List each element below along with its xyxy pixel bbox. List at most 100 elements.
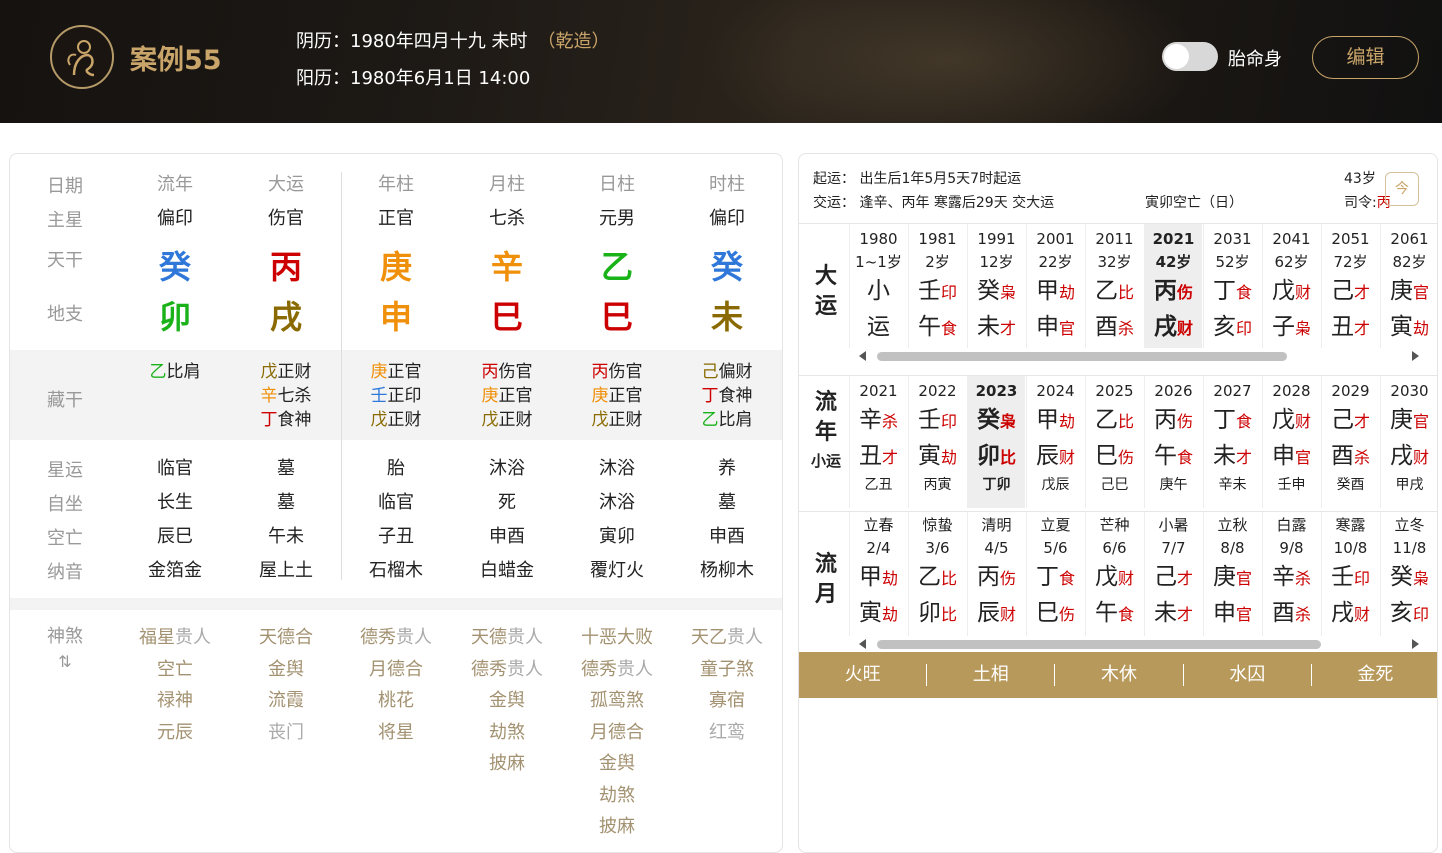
shensha-item[interactable]: 禄神 bbox=[120, 685, 230, 717]
shensha-suffix: 贵人 bbox=[727, 627, 763, 648]
liunian-column[interactable]: 2030 庚官 戌财 甲戌 bbox=[1380, 376, 1437, 508]
dayun-scrollbar[interactable] bbox=[859, 350, 1419, 361]
ganzhi-branch: 寅劫 bbox=[909, 439, 966, 475]
shensha-item[interactable]: 金舆 bbox=[562, 748, 672, 780]
shensha-item[interactable]: 将星 bbox=[341, 717, 451, 749]
shensha-item[interactable]: 十恶大败 bbox=[562, 622, 672, 654]
shensha-item[interactable]: 寡宿 bbox=[672, 685, 782, 717]
branch-god: 枭 bbox=[1294, 319, 1311, 338]
liuyue-column[interactable]: 清明 4/5 丙伤 辰财 bbox=[967, 512, 1025, 636]
shensha-item[interactable]: 丧门 bbox=[231, 717, 341, 749]
liuyue-column[interactable]: 立春 2/4 甲劫 寅劫 bbox=[849, 512, 907, 636]
branch-god: 劫 bbox=[881, 605, 898, 624]
dayun-age: 2岁 bbox=[925, 253, 950, 271]
dayun-column[interactable]: 2001 22岁 甲劫 申官 bbox=[1026, 224, 1084, 348]
dayun-column[interactable]: 2011 32岁 乙比 酉杀 bbox=[1085, 224, 1143, 348]
liuyue-column[interactable]: 立秋 8/8 庚官 申官 bbox=[1203, 512, 1261, 636]
stem-god: 比 bbox=[1117, 412, 1134, 431]
wangshuai-item: 木休 bbox=[1055, 664, 1184, 686]
liunian-column[interactable]: 2023 癸枭 卯比 丁卯 bbox=[967, 376, 1025, 508]
shensha-item[interactable]: 元辰 bbox=[120, 717, 230, 749]
branch-char: 未 bbox=[1153, 600, 1177, 626]
stem-god: 食 bbox=[1235, 283, 1252, 302]
xiaoyun-ganzhi: 辛未 bbox=[1218, 477, 1247, 493]
scroll-right-arrow-icon[interactable] bbox=[1412, 639, 1419, 649]
liuyue-column[interactable]: 立夏 5/6 丁食 巳伤 bbox=[1026, 512, 1084, 636]
dayun-column[interactable]: 2041 62岁 戊财 子枭 bbox=[1262, 224, 1320, 348]
dayun-column[interactable]: 2031 52岁 丁食 亥印 bbox=[1203, 224, 1261, 348]
scroll-left-arrow-icon[interactable] bbox=[859, 639, 866, 649]
shensha-item[interactable]: 月德合 bbox=[562, 717, 672, 749]
liunian-column[interactable]: 2026 丙伤 午食 庚午 bbox=[1144, 376, 1202, 508]
shensha-item[interactable]: 劫煞 bbox=[562, 780, 672, 812]
hidden-stem-god: 正财 bbox=[498, 410, 533, 430]
liuyue-column[interactable]: 白露 9/8 辛杀 酉杀 bbox=[1262, 512, 1320, 636]
xingyun-value: 沐浴 bbox=[489, 458, 525, 479]
shensha-item[interactable]: 披麻 bbox=[452, 748, 562, 780]
liuyue-column[interactable]: 立冬 11/8 癸枭 亥印 bbox=[1380, 512, 1437, 636]
shensha-item[interactable]: 德秀贵人 bbox=[341, 622, 451, 654]
shensha-item[interactable]: 天德贵人 bbox=[452, 622, 562, 654]
shensha-item[interactable]: 空亡 bbox=[120, 654, 230, 686]
earthly-branch: 巳 bbox=[490, 298, 523, 336]
column-header: 日柱 bbox=[599, 174, 635, 195]
liunian-column[interactable]: 2021 辛杀 丑才 乙丑 bbox=[849, 376, 907, 508]
shensha-toggle-icon[interactable]: ⇅ bbox=[10, 652, 120, 671]
liunian-column[interactable]: 2025 乙比 巳伤 己巳 bbox=[1085, 376, 1143, 508]
branch-char: 寅 bbox=[1389, 314, 1413, 340]
liuyue-column[interactable]: 小暑 7/7 己才 未才 bbox=[1144, 512, 1202, 636]
shensha-name: 德秀 bbox=[471, 658, 507, 680]
shensha-item[interactable]: 劫煞 bbox=[452, 717, 562, 749]
dayun-column[interactable]: 1991 12岁 癸枭 未才 bbox=[967, 224, 1025, 348]
shensha-item[interactable]: 福星贵人 bbox=[120, 622, 230, 654]
liunian-column[interactable]: 2024 甲劫 辰财 戊辰 bbox=[1026, 376, 1084, 508]
edit-button[interactable]: 编辑 bbox=[1312, 36, 1419, 79]
liunian-column[interactable]: 2029 己才 酉杀 癸酉 bbox=[1321, 376, 1379, 508]
dayun-column[interactable]: 2051 72岁 己才 丑才 bbox=[1321, 224, 1379, 348]
shensha-name: 天德 bbox=[471, 627, 507, 648]
stem-char: 丁 bbox=[1035, 564, 1059, 590]
dayun-column[interactable]: 1980 1~1岁小运 bbox=[849, 224, 907, 348]
xingyun-value: 墓 bbox=[277, 458, 295, 479]
scroll-thumb[interactable] bbox=[877, 352, 1287, 361]
stem-god: 才 bbox=[1176, 569, 1193, 588]
stem-god: 劫 bbox=[1058, 283, 1075, 302]
dayun-column[interactable]: 2021 42岁 丙伤 戌财 bbox=[1144, 224, 1202, 348]
shensha-item[interactable]: 童子煞 bbox=[672, 654, 782, 686]
shensha-item[interactable]: 流霞 bbox=[231, 685, 341, 717]
stem-god: 比 bbox=[940, 569, 957, 588]
branch-char: 辰 bbox=[1035, 443, 1059, 469]
xiaoyun-ganzhi: 庚午 bbox=[1159, 477, 1188, 493]
branch-char: 午 bbox=[1153, 443, 1177, 469]
taimingshen-toggle[interactable] bbox=[1162, 42, 1218, 71]
dayun-column[interactable]: 1981 2岁 壬印 午食 bbox=[908, 224, 966, 348]
today-calendar-icon[interactable]: 今 bbox=[1385, 172, 1419, 206]
shensha-item[interactable]: 德秀贵人 bbox=[562, 654, 672, 686]
liuyue-column[interactable]: 寒露 10/8 壬印 戌财 bbox=[1321, 512, 1379, 636]
shensha-item[interactable]: 天德合 bbox=[231, 622, 341, 654]
liuyue-column[interactable]: 惊蛰 3/6 乙比 卯比 bbox=[908, 512, 966, 636]
shensha-item[interactable]: 红鸾 bbox=[672, 717, 782, 749]
stem-god: 官 bbox=[1235, 569, 1252, 588]
liunian-column[interactable]: 2022 壬印 寅劫 丙寅 bbox=[908, 376, 966, 508]
liuyue-label: 流月 bbox=[814, 552, 837, 607]
liuyue-scrollbar[interactable] bbox=[859, 638, 1419, 649]
scroll-thumb[interactable] bbox=[877, 640, 1321, 649]
shensha-item[interactable]: 桃花 bbox=[341, 685, 451, 717]
liunian-column[interactable]: 2027 丁食 未才 辛未 bbox=[1203, 376, 1261, 508]
dayun-year: 1980 bbox=[859, 230, 898, 248]
dayun-column[interactable]: 2061 82岁 庚官 寅劫 bbox=[1380, 224, 1437, 348]
shensha-item[interactable]: 天乙贵人 bbox=[672, 622, 782, 654]
liuyue-column[interactable]: 芒种 6/6 戊财 午食 bbox=[1085, 512, 1143, 636]
term-date: 9/8 bbox=[1279, 539, 1304, 557]
scroll-left-arrow-icon[interactable] bbox=[859, 351, 866, 361]
shensha-item[interactable]: 金舆 bbox=[452, 685, 562, 717]
branch-god: 财 bbox=[1176, 319, 1193, 338]
liunian-column[interactable]: 2028 戊财 申官 壬申 bbox=[1262, 376, 1320, 508]
scroll-right-arrow-icon[interactable] bbox=[1412, 351, 1419, 361]
shensha-item[interactable]: 德秀贵人 bbox=[452, 654, 562, 686]
shensha-item[interactable]: 孤鸾煞 bbox=[562, 685, 672, 717]
shensha-item[interactable]: 金舆 bbox=[231, 654, 341, 686]
ganzhi-branch: 巳伤 bbox=[1027, 596, 1084, 632]
shensha-item[interactable]: 月德合 bbox=[341, 654, 451, 686]
